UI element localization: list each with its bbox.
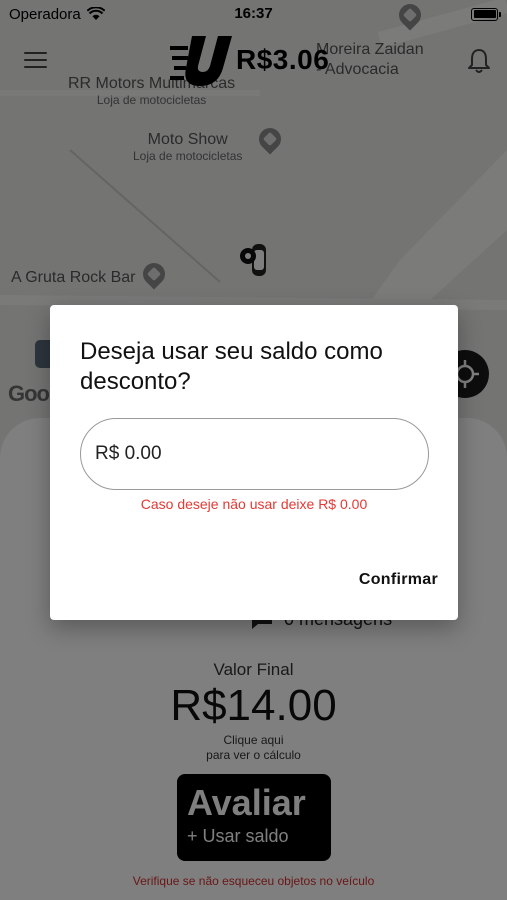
discount-hint: Caso deseje não usar deixe R$ 0.00 xyxy=(140,496,368,512)
dialog-title: Deseja usar seu saldo como desconto? xyxy=(80,338,383,395)
confirm-button[interactable]: Confirmar xyxy=(359,571,438,589)
use-balance-dialog: Deseja usar seu saldo como desconto? Cas… xyxy=(50,305,458,620)
discount-amount-input[interactable] xyxy=(80,418,429,490)
